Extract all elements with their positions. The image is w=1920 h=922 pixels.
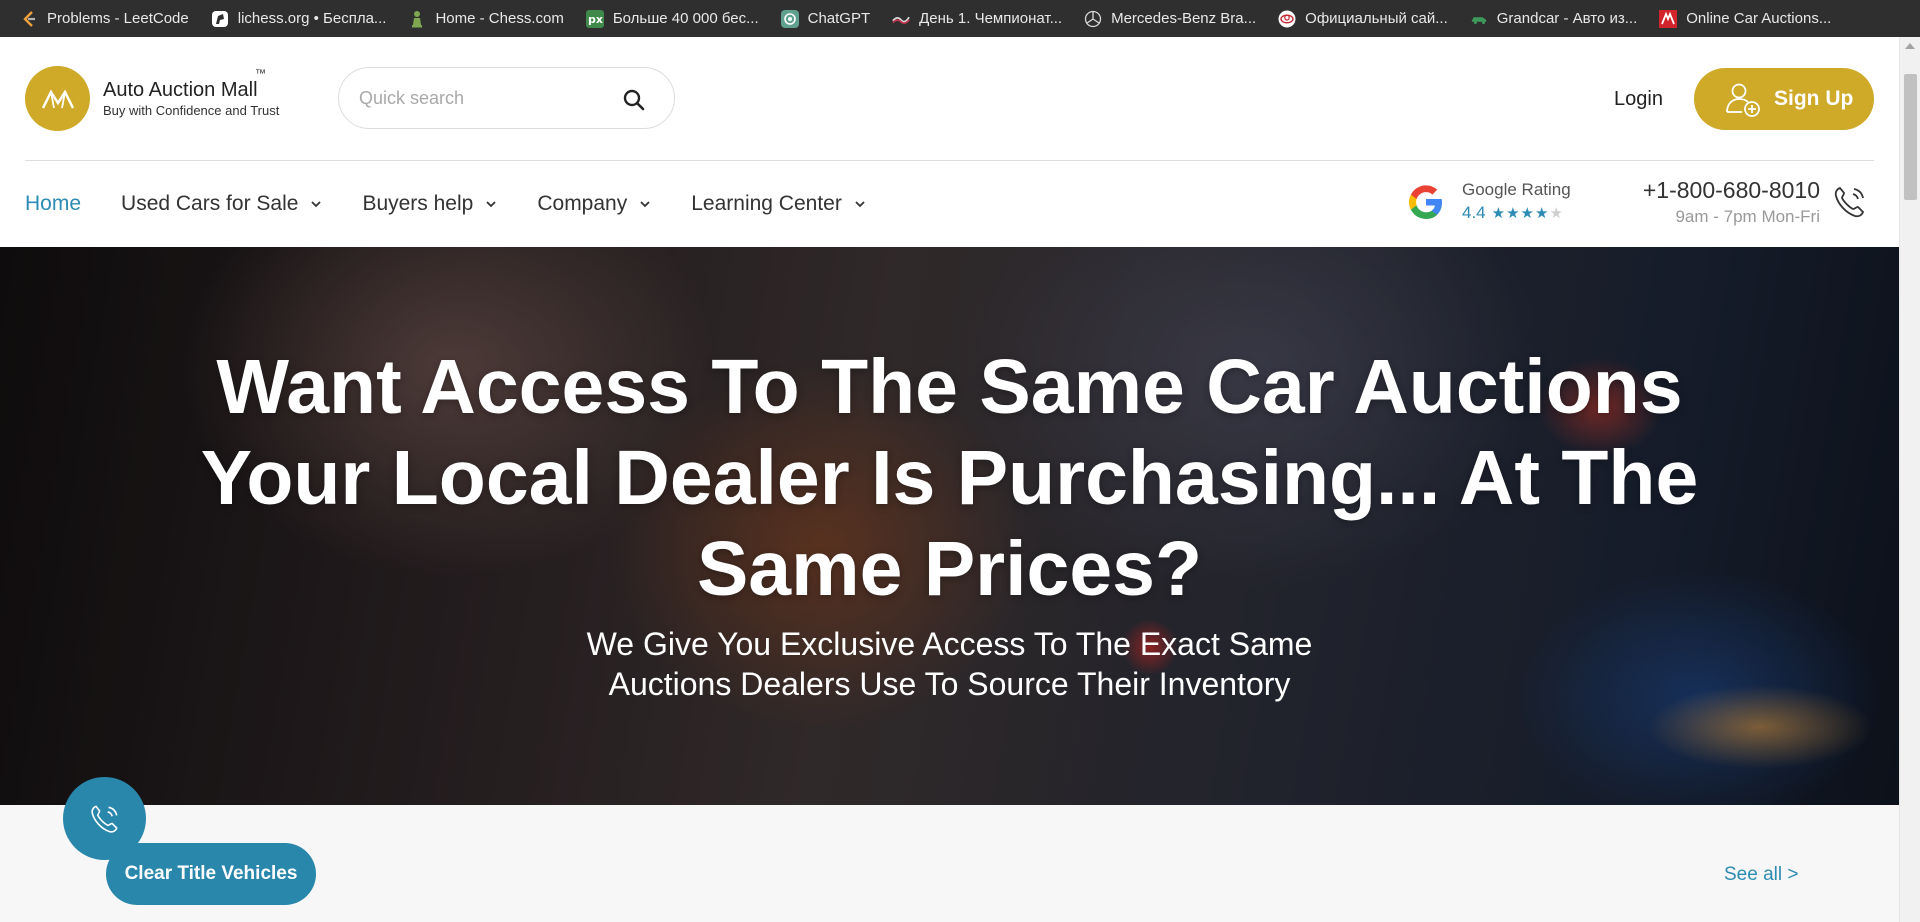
chevron-down-icon: [855, 201, 865, 208]
star-filled-icon: ★: [1491, 205, 1507, 222]
scroll-up-arrow-icon[interactable]: [1905, 43, 1915, 49]
hero-banner: Want Access To The Same Car Auctions You…: [0, 247, 1899, 805]
trademark-symbol: ™: [255, 68, 266, 80]
logo-mark-icon: [25, 66, 90, 131]
nav-label: Company: [537, 192, 628, 215]
nav-item-buyers-help[interactable]: Buyers help: [362, 192, 497, 216]
bookmark-chatgpt[interactable]: ChatGPT: [780, 9, 871, 28]
bookmark-label: lichess.org • Беспла...: [237, 10, 387, 27]
star-filled-icon: ★: [1535, 205, 1550, 222]
logo-tagline: Buy with Confidence and Trust: [103, 103, 280, 118]
bookmark-label: ChatGPT: [807, 10, 871, 27]
see-all-link[interactable]: See all >: [1724, 864, 1798, 886]
rating-value: 4.4: [1462, 203, 1486, 222]
nav-item-used-cars[interactable]: Used Cars for Sale: [121, 192, 322, 216]
rating-label: Google Rating: [1462, 180, 1571, 199]
nav-label: Buyers help: [362, 192, 474, 215]
nav-item-home[interactable]: Home: [25, 192, 81, 216]
search-icon[interactable]: [622, 88, 646, 112]
google-rating[interactable]: Google Rating 4.4 ★★★★★: [1406, 180, 1571, 223]
page-scrollbar[interactable]: [1899, 37, 1920, 922]
clear-title-vehicles-tab[interactable]: Clear Title Vehicles: [106, 843, 316, 905]
phone-contact[interactable]: +1-800-680-8010 9am - 7pm Mon-Fri: [1620, 177, 1820, 227]
svg-text:px: px: [588, 13, 603, 26]
bookmark-label: Online Car Auctions...: [1686, 10, 1832, 27]
bookmark-label: Mercedes-Benz Bra...: [1111, 10, 1257, 27]
bookmark-mercedes[interactable]: Mercedes-Benz Bra...: [1084, 10, 1256, 28]
phone-hours: 9am - 7pm Mon-Fri: [1675, 207, 1820, 226]
login-link[interactable]: Login: [1614, 88, 1663, 111]
google-logo-icon: [1406, 182, 1446, 222]
phone-number: +1-800-680-8010: [1642, 177, 1820, 203]
chess-pawn-icon: [408, 10, 426, 28]
search-input[interactable]: [359, 87, 609, 109]
hero-subtitle-line: We Give You Exclusive Access To The Exac…: [586, 626, 1313, 662]
quick-search: [338, 67, 675, 129]
bookmarks-bar: Problems - LeetCode lichess.org • Беспла…: [0, 0, 1920, 37]
chatgpt-icon: [780, 9, 799, 28]
bookmark-label: Home - Chess.com: [435, 10, 564, 27]
signup-label: Sign Up: [1774, 87, 1854, 110]
nav-item-company[interactable]: Company: [537, 192, 651, 216]
chevron-down-icon: [311, 201, 322, 208]
bookmark-px[interactable]: px Больше 40 000 бес...: [585, 9, 759, 28]
lichess-icon: [211, 10, 229, 28]
bookmark-championship[interactable]: День 1. Чемпионат...: [892, 10, 1062, 28]
bookmark-leetcode[interactable]: Problems - LeetCode: [20, 10, 189, 28]
nav-label: Learning Center: [691, 192, 842, 215]
bookmark-label: День 1. Чемпионат...: [919, 10, 1063, 27]
px-icon: px: [585, 9, 604, 28]
hero-subtitle-line: Auctions Dealers Use To Source Their Inv…: [608, 666, 1291, 702]
scrollbar-thumb[interactable]: [1904, 74, 1917, 200]
hero-subtitle: We Give You Exclusive Access To The Exac…: [550, 624, 1349, 704]
site-header: Auto Auction Mall Buy with Confidence an…: [0, 37, 1899, 247]
nav-item-learning-center[interactable]: Learning Center: [691, 192, 866, 216]
flag-icon: [892, 10, 911, 28]
rating-stars: ★★★★★: [1492, 204, 1564, 222]
auction-mall-icon: [1659, 9, 1678, 28]
signup-button[interactable]: Sign Up: [1694, 68, 1874, 130]
user-add-icon: [1724, 80, 1762, 118]
nav-label: Used Cars for Sale: [121, 192, 299, 215]
mercedes-icon: [1084, 10, 1102, 28]
bookmark-label: Официальный сай...: [1305, 10, 1448, 27]
bookmark-grandcar[interactable]: Grandcar - Авто из...: [1470, 10, 1637, 28]
phone-ringing-icon[interactable]: [1830, 182, 1870, 222]
logo-name: Auto Auction Mall: [103, 79, 258, 101]
logo-text: Auto Auction Mall Buy with Confidence an…: [103, 79, 279, 118]
car-icon: [1470, 10, 1488, 28]
bookmark-lichess[interactable]: lichess.org • Беспла...: [211, 10, 387, 28]
phone-ringing-icon: [90, 804, 118, 833]
star-filled-icon: ★: [1520, 205, 1535, 222]
bookmark-chesscom[interactable]: Home - Chess.com: [408, 10, 564, 28]
bookmark-auctions[interactable]: Online Car Auctions...: [1659, 9, 1832, 28]
bookmark-label: Больше 40 000 бес...: [612, 10, 759, 27]
star-empty-icon: ★: [1549, 205, 1564, 222]
main-nav: Home Used Cars for Sale Buyers help Comp…: [25, 192, 906, 216]
site-logo[interactable]: Auto Auction Mall Buy with Confidence an…: [25, 66, 279, 131]
bookmark-label: Grandcar - Авто из...: [1496, 10, 1638, 27]
nav-label: Home: [25, 192, 82, 215]
bookmark-label: Problems - LeetCode: [47, 10, 189, 27]
chevron-down-icon: [640, 201, 650, 208]
bookmark-toyota[interactable]: Официальный сай...: [1278, 10, 1448, 28]
hero-title: Want Access To The Same Car Auctions You…: [200, 344, 1699, 612]
header-divider: [25, 160, 1874, 161]
chevron-down-icon: [486, 201, 496, 208]
toyota-icon: [1278, 10, 1296, 28]
leetcode-icon: [20, 10, 38, 28]
star-filled-icon: ★: [1506, 205, 1521, 222]
